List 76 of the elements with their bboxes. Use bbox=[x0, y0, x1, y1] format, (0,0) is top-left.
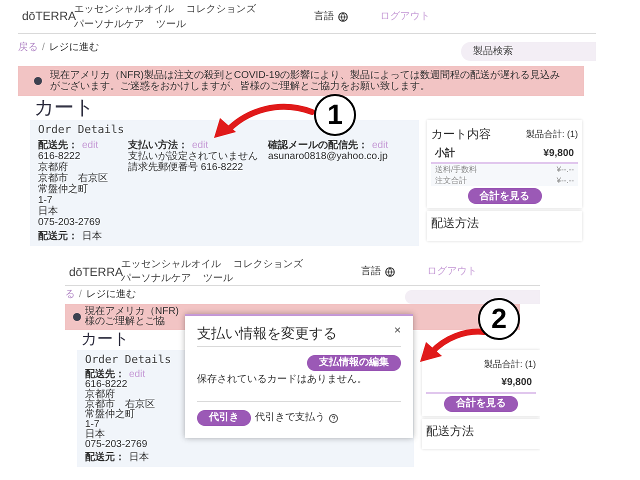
summary-value: ¥9,800 bbox=[543, 148, 574, 158]
view-total-button[interactable]: 合計を見る bbox=[468, 188, 542, 204]
detail-text: 616-8222 bbox=[85, 380, 128, 390]
detail-text: 京都市 右京区 bbox=[85, 400, 155, 410]
nav-link[interactable]: パーソナルケア bbox=[74, 18, 144, 30]
logo[interactable]: dōTERRA bbox=[69, 266, 121, 276]
detail-text: 日本 bbox=[85, 430, 105, 440]
nav-link[interactable]: ツール bbox=[156, 18, 186, 30]
field-label: 配送先： bbox=[85, 370, 125, 380]
globe-icon[interactable] bbox=[385, 266, 395, 276]
detail-text: 常盤仲之町 bbox=[38, 184, 88, 195]
page-title: カート bbox=[34, 96, 94, 120]
nav-link[interactable]: エッセンシャルオイル bbox=[74, 4, 174, 14]
detail-text: 支払いが設定されていません bbox=[128, 151, 258, 162]
detail-text: 日本 bbox=[38, 206, 58, 217]
shipping-heading: 配送方法 bbox=[426, 424, 474, 438]
globe-icon[interactable] bbox=[338, 12, 348, 22]
search-field[interactable]: 製品検索 bbox=[461, 42, 596, 61]
detail-text: 京都市 右京区 bbox=[38, 173, 108, 184]
detail-text: 075-203-2769 bbox=[85, 440, 148, 450]
detail-text: 1-7 bbox=[38, 195, 52, 206]
order-details-heading: Order Details bbox=[38, 124, 124, 136]
notice-text: 様のご理解とご協 bbox=[85, 317, 165, 327]
nav-link[interactable]: パーソナルケア bbox=[121, 274, 191, 284]
product-count: 製品合計: (1) bbox=[526, 128, 578, 140]
notice-text: 現在アメリカ（NFR)製品は注文の殺到とCOVID-19の影響により、製品によっては数週間程の配送が遅れる見込みがございます。ご迷惑をおかけしますが、皆様のご理解とご協力をお願い致します。 bbox=[50, 70, 562, 92]
detail-text: 075-203-2769 bbox=[38, 217, 100, 228]
detail-text: 京都府 bbox=[85, 390, 115, 400]
help-icon[interactable] bbox=[329, 414, 338, 422]
page-title: カート bbox=[81, 330, 129, 350]
view-total-button[interactable]: 合計を見る bbox=[444, 396, 518, 412]
field-label: 確認メールの配信先： bbox=[268, 140, 368, 151]
summary-value: ¥9,800 bbox=[501, 378, 532, 388]
nav-link[interactable]: コレクションズ bbox=[233, 260, 303, 270]
field-label: 配送先： bbox=[38, 140, 78, 151]
summary-value: ¥--.-- bbox=[556, 175, 574, 186]
logo[interactable]: dōTERRA bbox=[22, 11, 74, 22]
notice-text: 現在アメリカ（NFR) bbox=[85, 307, 179, 317]
language-label[interactable]: 言語 bbox=[361, 266, 381, 276]
modal-title: 支払い情報を変更する bbox=[197, 324, 337, 342]
summary-label: 小計 bbox=[435, 148, 455, 158]
modal-message: 保存されているカードはありません。 bbox=[197, 375, 367, 385]
product-count: 製品合計: (1) bbox=[484, 359, 536, 369]
shipping-heading: 配送方法 bbox=[431, 216, 479, 230]
breadcrumb-current: レジに進む bbox=[48, 42, 99, 53]
curved-arrow bbox=[418, 328, 486, 364]
cod-label: 代引きで支払う bbox=[255, 413, 325, 423]
language-label[interactable]: 言語 bbox=[314, 11, 334, 22]
detail-text: 常盤仲之町 bbox=[85, 410, 135, 420]
breadcrumb-separator: / bbox=[42, 42, 45, 53]
breadcrumb-current: レジに進む bbox=[86, 290, 136, 300]
detail-text: 日本 bbox=[129, 453, 149, 463]
breadcrumb-separator: / bbox=[79, 290, 82, 300]
cod-button[interactable]: 代引き bbox=[197, 410, 251, 426]
search-field[interactable] bbox=[405, 290, 540, 304]
info-icon bbox=[73, 313, 81, 321]
detail-text: asunaro0818@yahoo.co.jp bbox=[268, 151, 388, 162]
info-icon bbox=[34, 77, 42, 85]
summary-label: 注文合計 bbox=[435, 175, 467, 186]
nav-link[interactable]: コレクションズ bbox=[186, 4, 256, 14]
summary-label: 送料/手数料 bbox=[435, 164, 478, 175]
edit-payment-button[interactable]: 支払情報の編集 bbox=[307, 355, 401, 371]
order-details-heading: Order Details bbox=[85, 354, 172, 366]
field-label: 配送元： bbox=[38, 231, 78, 242]
detail-text: 1-7 bbox=[85, 420, 100, 430]
cart-heading: カート内容 bbox=[431, 128, 491, 140]
field-label: 配送元： bbox=[85, 453, 125, 463]
detail-text: 616-8222 bbox=[38, 151, 80, 162]
nav-link[interactable]: ツール bbox=[203, 274, 233, 284]
detail-text: 日本 bbox=[82, 231, 102, 242]
summary-value: ¥--.-- bbox=[556, 164, 574, 175]
detail-text: 京都府 bbox=[38, 162, 68, 173]
nav-link[interactable]: エッセンシャルオイル bbox=[121, 260, 221, 270]
field-label: 支払い方法： bbox=[128, 140, 188, 151]
close-button[interactable]: × bbox=[394, 324, 401, 336]
detail-text: 請求先郵便番号 616-8222 bbox=[128, 162, 244, 173]
